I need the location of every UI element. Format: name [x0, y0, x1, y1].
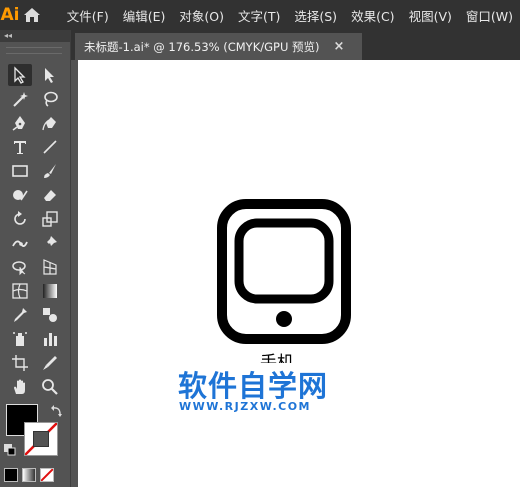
blend-tool[interactable] [38, 304, 62, 326]
shaper-tool[interactable] [8, 184, 32, 206]
menu-type[interactable]: 文字(T) [231, 6, 287, 25]
puppet-warp-tool[interactable] [8, 232, 32, 254]
pin-tool[interactable] [38, 232, 62, 254]
line-icon [43, 140, 57, 154]
mesh-icon [12, 283, 28, 299]
swap-fill-stroke-icon[interactable] [50, 404, 64, 418]
magic-wand-tool[interactable] [8, 88, 32, 110]
fill-stroke-swatches [4, 402, 66, 472]
symbol-sprayer-tool[interactable] [8, 328, 32, 350]
menu-select[interactable]: 选择(S) [287, 6, 344, 25]
watermark-url: WWW.RJZXW.COM [179, 400, 311, 413]
direct-selection-tool[interactable] [38, 64, 62, 86]
scale-icon [42, 211, 58, 227]
selection-arrow-icon [14, 66, 26, 84]
pushpin-icon [43, 236, 57, 250]
puppet-warp-icon [12, 240, 28, 247]
column-graph-icon [44, 333, 57, 346]
color-mode-button[interactable] [4, 468, 18, 482]
rotate-icon [14, 211, 26, 225]
zoom-tool[interactable] [38, 376, 62, 398]
menu-file[interactable]: 文件(F) [60, 6, 116, 25]
shape-builder-icon [12, 261, 26, 276]
gradient-tool[interactable] [38, 280, 62, 302]
pen-nib-icon [12, 116, 25, 131]
phone-icon[interactable] [217, 199, 351, 344]
menu-view[interactable]: 视图(V) [402, 6, 459, 25]
perspective-grid-tool[interactable] [38, 256, 62, 278]
shaper-icon [13, 190, 28, 201]
selection-tool[interactable] [8, 64, 32, 86]
line-segment-tool[interactable] [38, 136, 62, 158]
column-graph-tool[interactable] [38, 328, 62, 350]
menu-object[interactable]: 对象(O) [172, 6, 231, 25]
shape-builder-tool[interactable] [8, 256, 32, 278]
magic-wand-icon [13, 92, 28, 107]
stroke-color-swatch[interactable] [24, 422, 58, 456]
blend-icon [43, 308, 57, 322]
collapse-panel-button[interactable]: ◂◂ [0, 30, 70, 42]
symbol-sprayer-icon [13, 332, 27, 346]
magnifier-icon [42, 379, 58, 395]
none-slash-icon [41, 469, 53, 481]
slice-knife-icon [43, 356, 57, 370]
rectangle-tool[interactable] [8, 160, 32, 182]
icon-caption-text: 手机 [260, 353, 294, 363]
menu-bar: Ai 文件(F) 编辑(E) 对象(O) 文字(T) 选择(S) 效果(C) 视… [0, 0, 520, 30]
app-logo: Ai [0, 5, 20, 25]
document-tab-title: 未标题-1.ai* @ 176.53% (CMYK/GPU 预览) [84, 39, 320, 54]
home-icon [23, 8, 40, 22]
slice-tool[interactable] [38, 352, 62, 374]
watermark-text: 软件自学网 [178, 369, 329, 403]
direct-selection-arrow-icon [45, 68, 54, 83]
gradient-mode-button[interactable] [22, 468, 36, 482]
eyedropper-icon [14, 308, 27, 322]
default-fill-stroke-icon[interactable] [4, 444, 16, 456]
curvature-pen-icon [42, 117, 56, 131]
none-mode-button[interactable] [40, 468, 54, 482]
artboard-icon [12, 355, 28, 371]
scale-tool[interactable] [38, 208, 62, 230]
rectangle-icon [12, 165, 28, 177]
menu-window[interactable]: 窗口(W) [459, 6, 520, 25]
home-button[interactable] [20, 0, 44, 30]
panel-grip[interactable] [6, 47, 62, 54]
menu-items: 文件(F) 编辑(E) 对象(O) 文字(T) 选择(S) 效果(C) 视图(V… [60, 6, 520, 25]
artboard-canvas[interactable]: 手机 软件自学网 WWW.RJZXW.COM [78, 60, 520, 487]
type-t-icon [14, 141, 26, 154]
curvature-tool[interactable] [38, 112, 62, 134]
lasso-icon [44, 91, 58, 107]
menu-edit[interactable]: 编辑(E) [116, 6, 173, 25]
paintbrush-icon [44, 164, 56, 178]
document-tab[interactable]: 未标题-1.ai* @ 176.53% (CMYK/GPU 预览) × [75, 33, 362, 60]
rotate-tool[interactable] [8, 208, 32, 230]
eraser-tool[interactable] [38, 184, 62, 206]
perspective-grid-icon [43, 259, 57, 275]
mesh-tool[interactable] [8, 280, 32, 302]
hand-icon [14, 379, 25, 394]
menu-effect[interactable]: 效果(C) [344, 6, 401, 25]
document-tab-bar: 未标题-1.ai* @ 176.53% (CMYK/GPU 预览) × [71, 30, 520, 60]
hand-tool[interactable] [8, 376, 32, 398]
eraser-icon [44, 190, 56, 201]
gradient-icon [43, 284, 57, 298]
stroke-inner-box [33, 431, 49, 447]
close-tab-button[interactable]: × [334, 39, 345, 54]
tools-panel: ◂◂ [0, 30, 71, 487]
artboard-tool[interactable] [8, 352, 32, 374]
type-tool[interactable] [8, 136, 32, 158]
color-mode-row [4, 468, 54, 482]
eyedropper-tool[interactable] [8, 304, 32, 326]
pen-tool[interactable] [8, 112, 32, 134]
lasso-tool[interactable] [38, 88, 62, 110]
paintbrush-tool[interactable] [38, 160, 62, 182]
